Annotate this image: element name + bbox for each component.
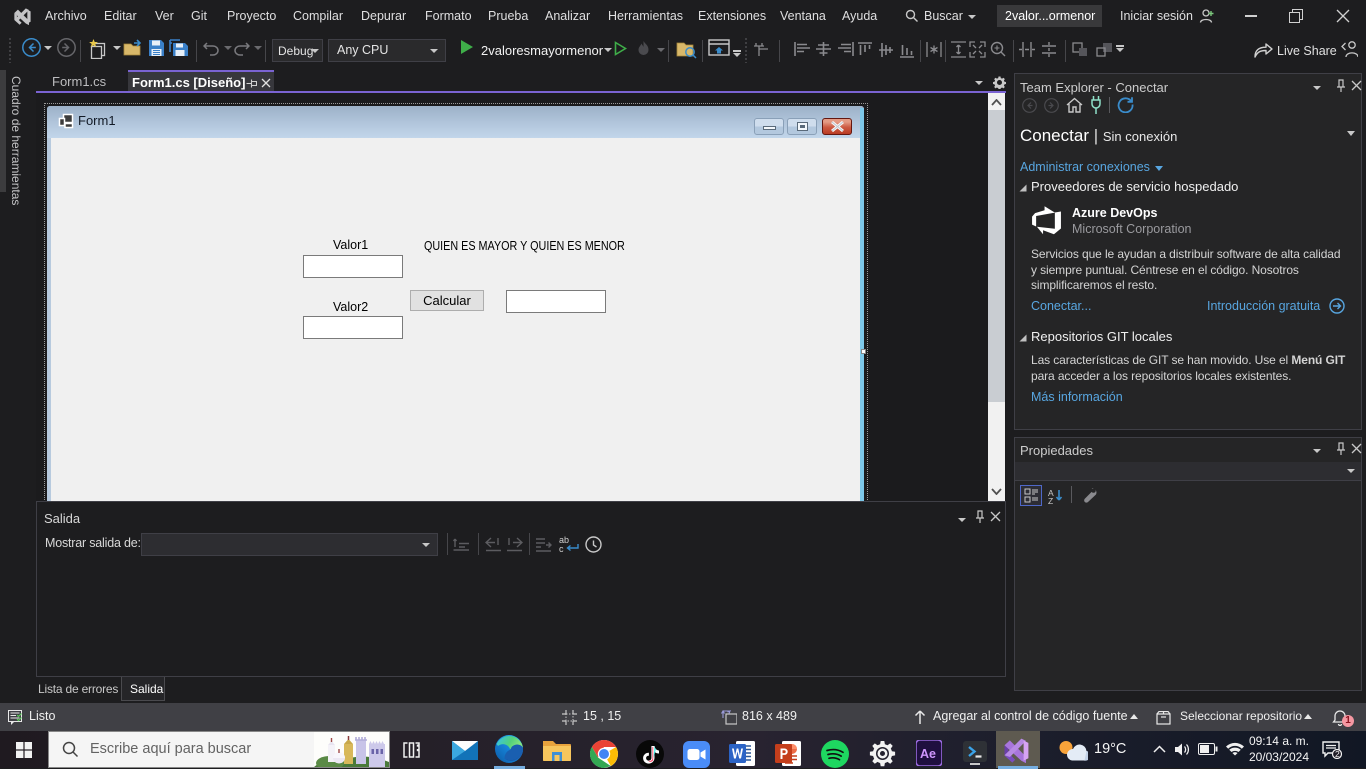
- svg-text:Z: Z: [1048, 496, 1053, 504]
- svg-text:c: c: [559, 544, 564, 554]
- svg-text:Ae: Ae: [920, 747, 936, 761]
- svg-text:2: 2: [1335, 749, 1340, 759]
